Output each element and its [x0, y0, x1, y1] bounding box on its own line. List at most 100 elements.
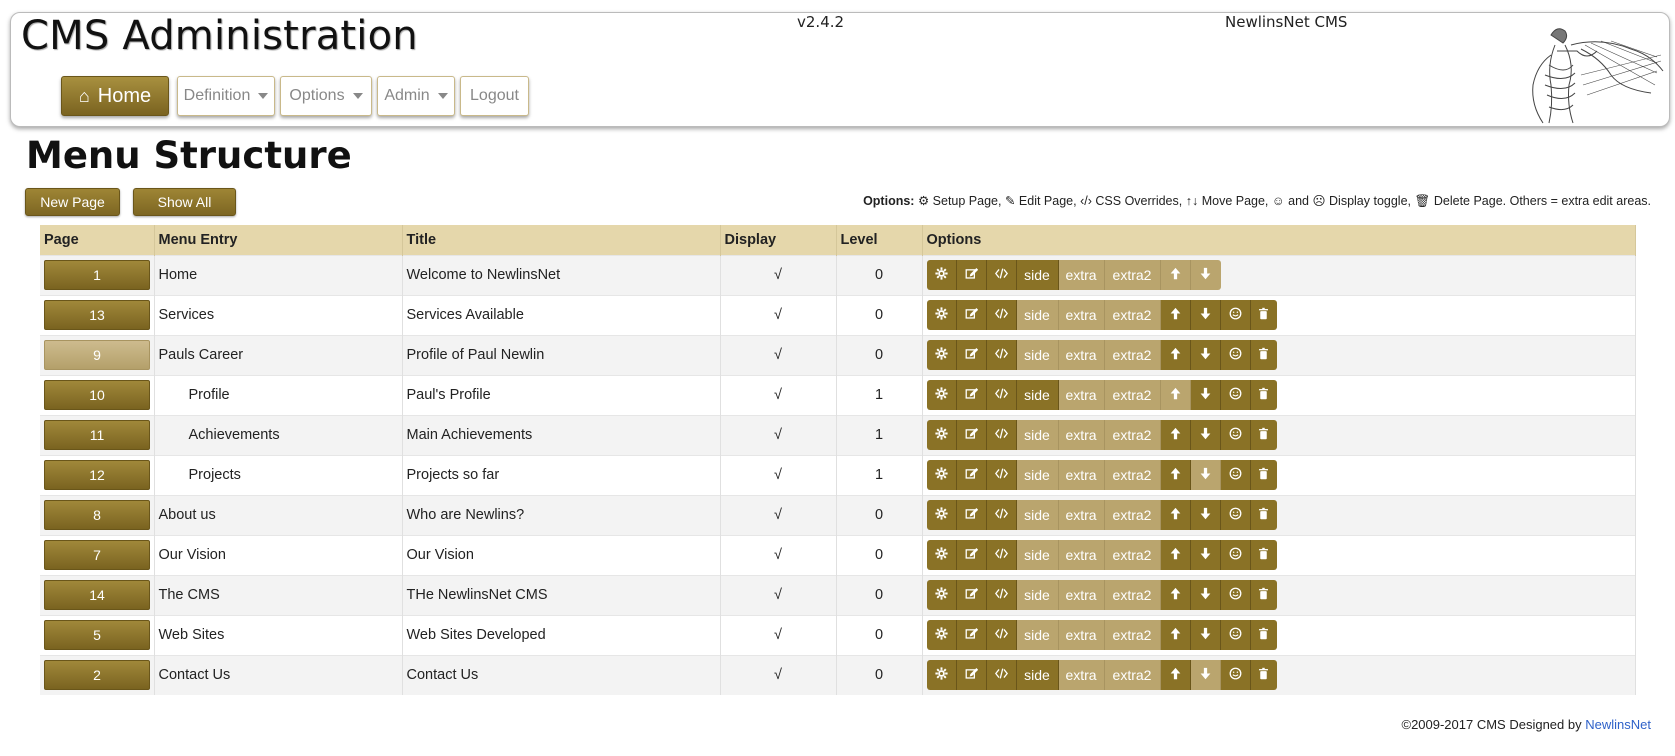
move-down-button[interactable]	[1190, 420, 1221, 450]
extra-area-button[interactable]: extra	[1058, 420, 1105, 450]
setup-page-button[interactable]	[926, 660, 957, 691]
move-down-button[interactable]	[1190, 660, 1221, 691]
move-up-button[interactable]	[1160, 540, 1191, 570]
delete-page-button[interactable]	[1250, 460, 1277, 490]
edit-page-button[interactable]	[956, 660, 987, 691]
options-dropdown[interactable]: Options	[280, 76, 372, 116]
move-down-button[interactable]	[1190, 460, 1221, 490]
move-down-button[interactable]	[1190, 620, 1221, 650]
display-toggle-button[interactable]	[1220, 580, 1251, 610]
edit-page-button[interactable]	[956, 340, 987, 370]
display-toggle-button[interactable]	[1220, 500, 1251, 530]
page-number-button[interactable]: 2	[44, 660, 150, 691]
extra-area-button[interactable]: extra	[1058, 380, 1105, 410]
extra2-area-button[interactable]: extra2	[1104, 260, 1161, 290]
extra2-area-button[interactable]: extra2	[1104, 420, 1161, 450]
side-area-button[interactable]: side	[1016, 260, 1059, 290]
delete-page-button[interactable]	[1250, 380, 1277, 410]
extra-area-button[interactable]: extra	[1058, 300, 1105, 330]
css-overrides-button[interactable]	[986, 620, 1017, 650]
side-area-button[interactable]: side	[1016, 380, 1059, 410]
move-up-button[interactable]	[1160, 340, 1191, 370]
page-number-button[interactable]: 11	[44, 420, 150, 450]
extra-area-button[interactable]: extra	[1058, 500, 1105, 530]
extra-area-button[interactable]: extra	[1058, 460, 1105, 490]
move-up-button[interactable]	[1160, 620, 1191, 650]
delete-page-button[interactable]	[1250, 660, 1277, 691]
extra2-area-button[interactable]: extra2	[1104, 540, 1161, 570]
css-overrides-button[interactable]	[986, 420, 1017, 450]
display-toggle-button[interactable]	[1220, 380, 1251, 410]
setup-page-button[interactable]	[926, 420, 957, 450]
css-overrides-button[interactable]	[986, 340, 1017, 370]
css-overrides-button[interactable]	[986, 500, 1017, 530]
setup-page-button[interactable]	[926, 380, 957, 410]
extra2-area-button[interactable]: extra2	[1104, 340, 1161, 370]
side-area-button[interactable]: side	[1016, 460, 1059, 490]
side-area-button[interactable]: side	[1016, 620, 1059, 650]
page-number-button[interactable]: 13	[44, 300, 150, 330]
setup-page-button[interactable]	[926, 300, 957, 330]
display-toggle-button[interactable]	[1220, 660, 1251, 691]
edit-page-button[interactable]	[956, 380, 987, 410]
logout-button[interactable]: Logout	[460, 76, 529, 116]
display-toggle-button[interactable]	[1220, 540, 1251, 570]
move-up-button[interactable]	[1160, 380, 1191, 410]
display-toggle-button[interactable]	[1220, 300, 1251, 330]
move-down-button[interactable]	[1190, 540, 1221, 570]
side-area-button[interactable]: side	[1016, 300, 1059, 330]
edit-page-button[interactable]	[956, 420, 987, 450]
extra-area-button[interactable]: extra	[1058, 580, 1105, 610]
footer-link[interactable]: NewlinsNet	[1585, 717, 1651, 732]
setup-page-button[interactable]	[926, 540, 957, 570]
show-all-button[interactable]: Show All	[133, 188, 236, 216]
edit-page-button[interactable]	[956, 300, 987, 330]
move-up-button[interactable]	[1160, 580, 1191, 610]
extra-area-button[interactable]: extra	[1058, 340, 1105, 370]
delete-page-button[interactable]	[1250, 300, 1277, 330]
css-overrides-button[interactable]	[986, 580, 1017, 610]
delete-page-button[interactable]	[1250, 340, 1277, 370]
delete-page-button[interactable]	[1250, 500, 1277, 530]
edit-page-button[interactable]	[956, 460, 987, 490]
extra2-area-button[interactable]: extra2	[1104, 300, 1161, 330]
edit-page-button[interactable]	[956, 620, 987, 650]
setup-page-button[interactable]	[926, 260, 957, 290]
move-up-button[interactable]	[1160, 300, 1191, 330]
delete-page-button[interactable]	[1250, 580, 1277, 610]
move-down-button[interactable]	[1190, 300, 1221, 330]
extra2-area-button[interactable]: extra2	[1104, 460, 1161, 490]
side-area-button[interactable]: side	[1016, 500, 1059, 530]
admin-dropdown[interactable]: Admin	[377, 76, 455, 116]
extra2-area-button[interactable]: extra2	[1104, 380, 1161, 410]
css-overrides-button[interactable]	[986, 260, 1017, 290]
edit-page-button[interactable]	[956, 580, 987, 610]
move-up-button[interactable]	[1160, 660, 1191, 691]
extra2-area-button[interactable]: extra2	[1104, 660, 1161, 691]
side-area-button[interactable]: side	[1016, 540, 1059, 570]
setup-page-button[interactable]	[926, 580, 957, 610]
move-down-button[interactable]	[1190, 340, 1221, 370]
home-button[interactable]: ⌂ Home	[61, 76, 169, 116]
move-up-button[interactable]	[1160, 460, 1191, 490]
move-down-button[interactable]	[1190, 500, 1221, 530]
new-page-button[interactable]: New Page	[25, 188, 120, 216]
css-overrides-button[interactable]	[986, 540, 1017, 570]
setup-page-button[interactable]	[926, 340, 957, 370]
page-number-button[interactable]: 5	[44, 620, 150, 650]
extra-area-button[interactable]: extra	[1058, 660, 1105, 691]
page-number-button[interactable]: 14	[44, 580, 150, 610]
page-number-button[interactable]: 1	[44, 260, 150, 290]
delete-page-button[interactable]	[1250, 620, 1277, 650]
extra-area-button[interactable]: extra	[1058, 620, 1105, 650]
extra-area-button[interactable]: extra	[1058, 540, 1105, 570]
extra2-area-button[interactable]: extra2	[1104, 500, 1161, 530]
side-area-button[interactable]: side	[1016, 580, 1059, 610]
setup-page-button[interactable]	[926, 460, 957, 490]
side-area-button[interactable]: side	[1016, 340, 1059, 370]
move-up-button[interactable]	[1160, 260, 1191, 290]
css-overrides-button[interactable]	[986, 380, 1017, 410]
page-number-button[interactable]: 8	[44, 500, 150, 530]
definition-dropdown[interactable]: Definition	[177, 76, 275, 116]
edit-page-button[interactable]	[956, 540, 987, 570]
